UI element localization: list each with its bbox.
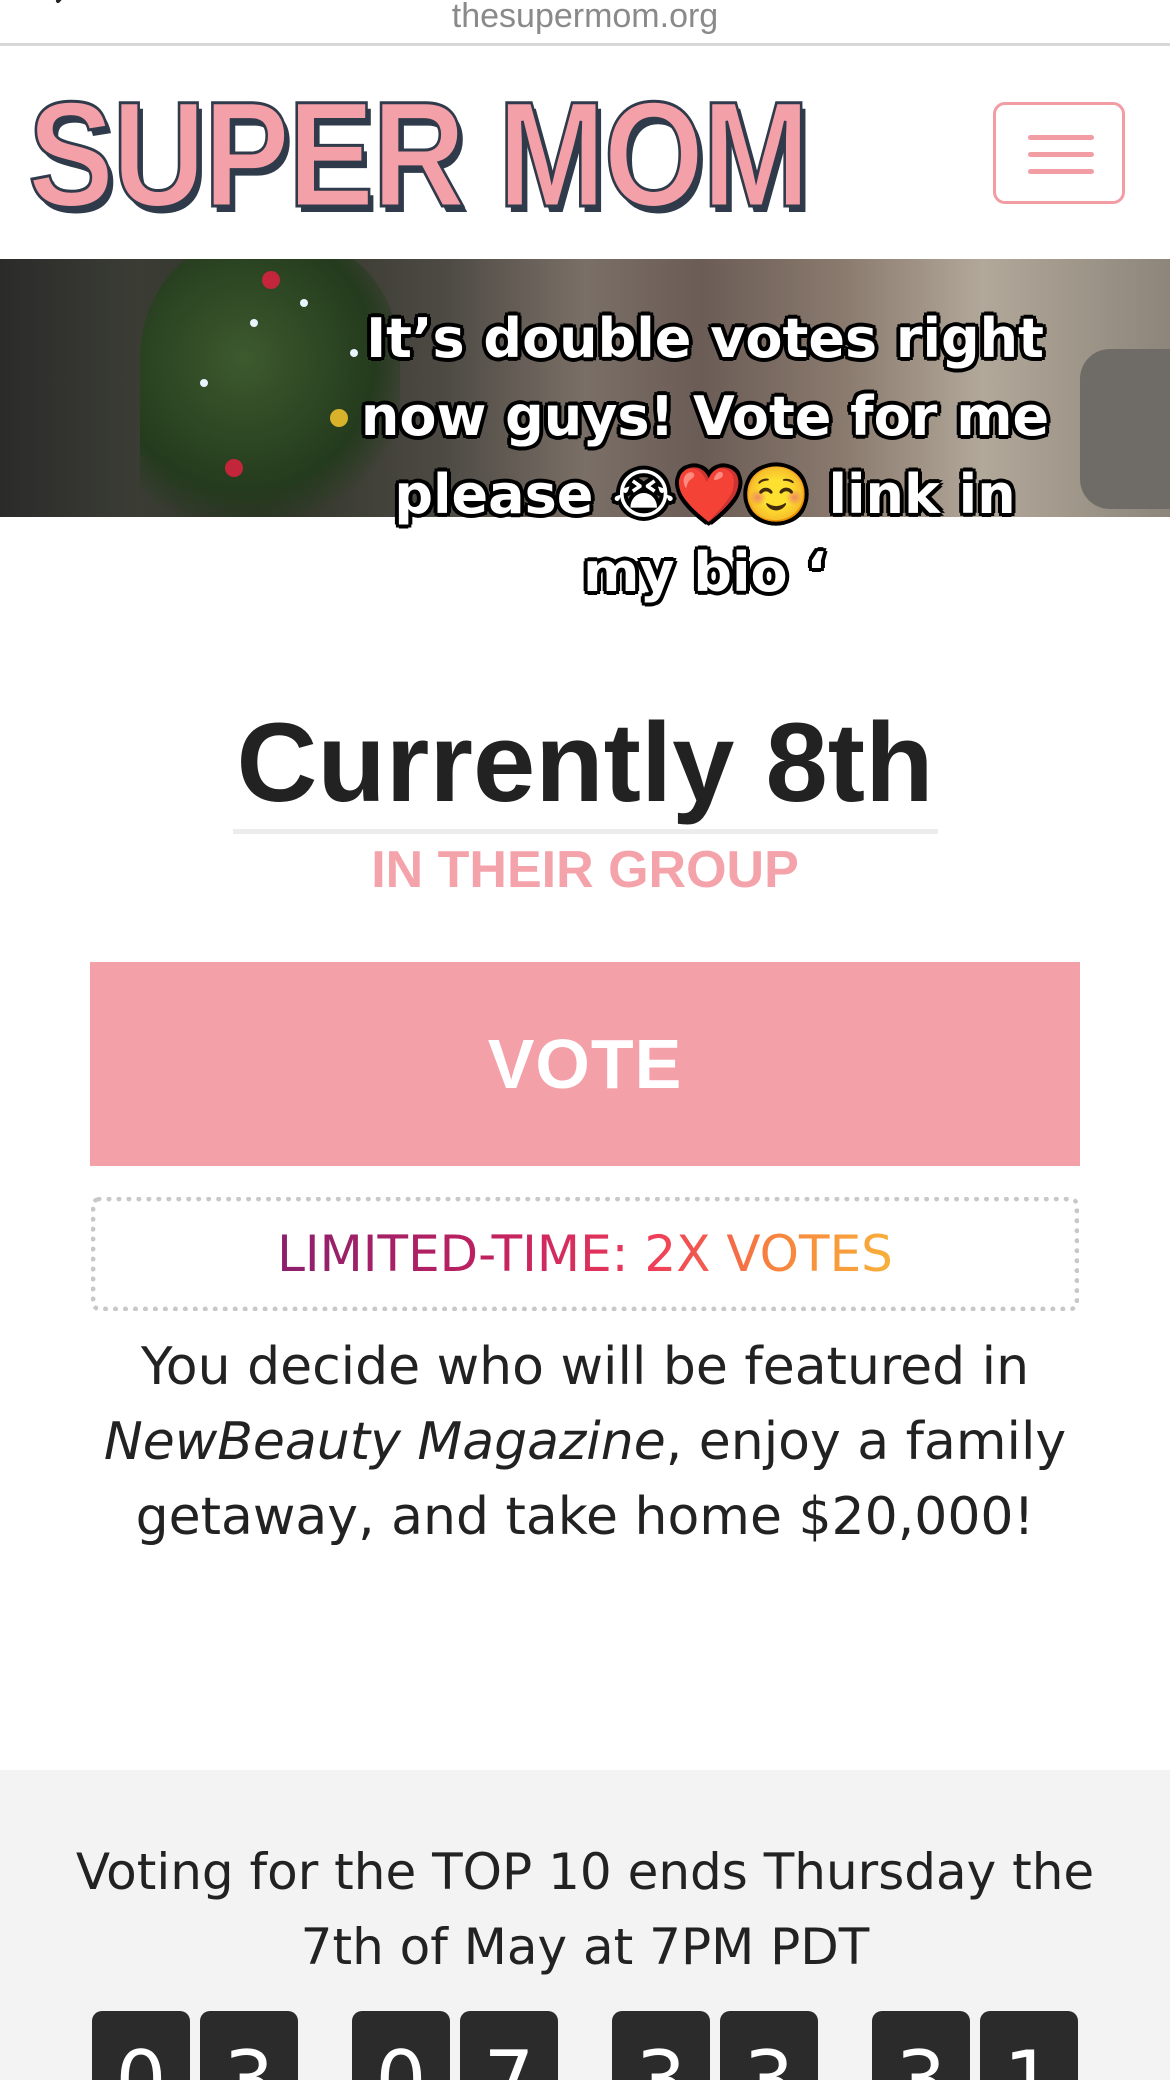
rank-title: Currently 8th bbox=[232, 700, 938, 834]
hamburger-icon bbox=[1028, 135, 1094, 140]
prize-description: You decide who will be featured in NewBe… bbox=[90, 1330, 1080, 1555]
hamburger-menu-button[interactable] bbox=[993, 102, 1125, 204]
countdown-timer: 0 3 0 7 3 3 3 1 bbox=[0, 2011, 1170, 2080]
ornament bbox=[225, 459, 243, 477]
site-header: SUPER MOM bbox=[0, 49, 1170, 259]
vote-button[interactable]: VOTE bbox=[90, 962, 1080, 1166]
browser-url-bar[interactable]: thesupermom.org bbox=[0, 0, 1170, 46]
url-text: thesupermom.org bbox=[451, 0, 719, 35]
tree-light bbox=[250, 319, 258, 327]
sofa-image bbox=[1080, 349, 1170, 509]
countdown-digit: 3 bbox=[872, 2011, 970, 2080]
voting-ends-text: Voting for the TOP 10 ends Thursday the … bbox=[75, 1843, 1095, 1976]
hamburger-icon bbox=[1028, 169, 1094, 174]
countdown-digit: 7 bbox=[460, 2011, 558, 2080]
photo-caption: It’s double votes right now guys! Vote f… bbox=[360, 307, 1050, 604]
double-votes-label: LIMITED-TIME: 2X VOTES bbox=[277, 1225, 893, 1283]
hamburger-icon bbox=[1028, 152, 1094, 157]
countdown-digit: 3 bbox=[200, 2011, 298, 2080]
rank-block: Currently 8th bbox=[0, 700, 1170, 834]
countdown-digit: 0 bbox=[92, 2011, 190, 2080]
countdown-digit: 3 bbox=[612, 2011, 710, 2080]
vote-button-label: VOTE bbox=[487, 1025, 683, 1103]
tree-light bbox=[300, 299, 308, 307]
tree-light bbox=[200, 379, 208, 387]
countdown-digit: 0 bbox=[352, 2011, 450, 2080]
ornament bbox=[262, 271, 280, 289]
magazine-name: NewBeauty Magazine bbox=[103, 1412, 666, 1472]
site-logo[interactable]: SUPER MOM bbox=[27, 78, 811, 231]
double-votes-banner: LIMITED-TIME: 2X VOTES bbox=[91, 1197, 1079, 1311]
countdown-digit: 1 bbox=[980, 2011, 1078, 2080]
description-text: You decide who will be featured in bbox=[140, 1337, 1030, 1397]
countdown-digit: 3 bbox=[720, 2011, 818, 2080]
countdown-section: Voting for the TOP 10 ends Thursday the … bbox=[0, 1770, 1170, 2080]
rank-subtitle: IN THEIR GROUP bbox=[371, 841, 799, 899]
